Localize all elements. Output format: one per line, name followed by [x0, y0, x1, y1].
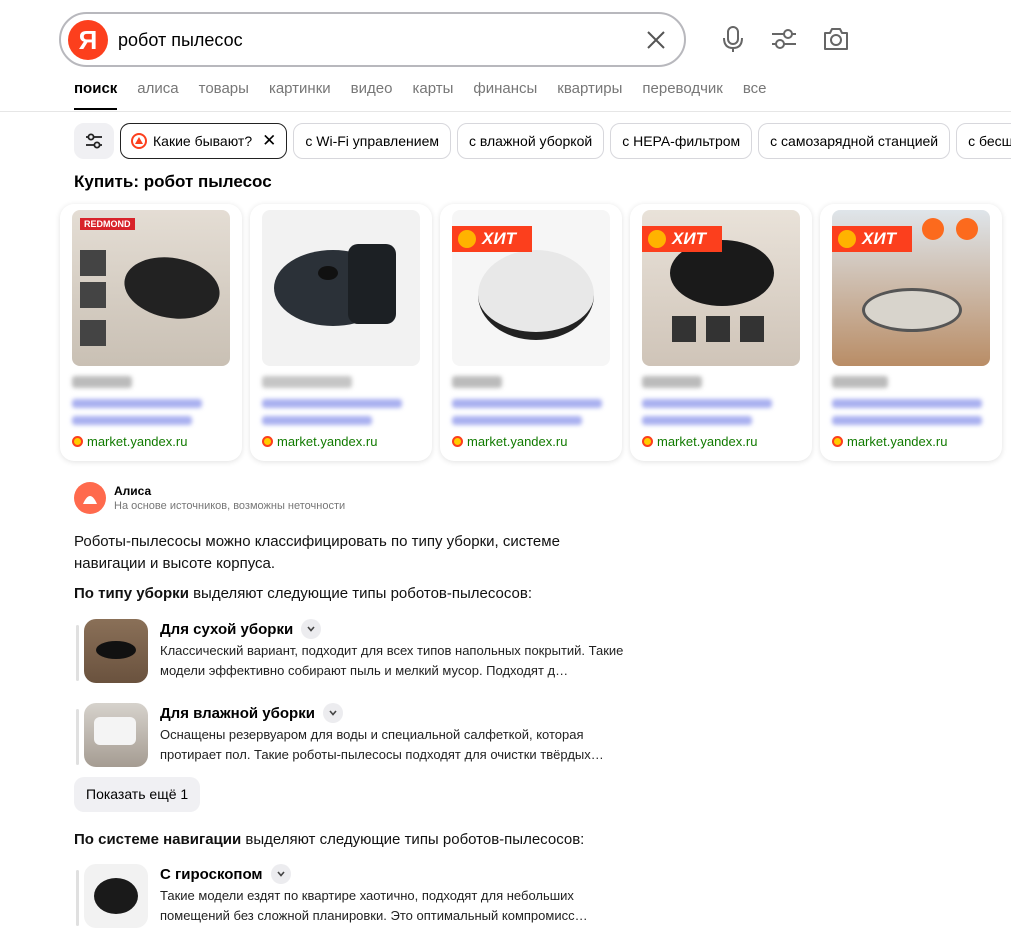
product-image — [262, 210, 420, 366]
market-icon — [72, 436, 83, 447]
product-carousel: REDMOND market.yandex.ru market.yandex.r… — [60, 204, 1002, 461]
tab-all[interactable]: все — [743, 80, 767, 110]
section-navigation-heading: По системе навигации выделяют следующие … — [74, 831, 585, 848]
product-card[interactable]: ХИТ market.yandex.ru — [630, 204, 812, 461]
item-title[interactable]: Для сухой уборки — [160, 619, 322, 639]
tab-maps[interactable]: карты — [412, 80, 453, 110]
product-site[interactable]: market.yandex.ru — [832, 434, 947, 449]
tab-video[interactable]: видео — [351, 80, 393, 110]
clear-icon[interactable] — [644, 28, 668, 52]
microphone-icon[interactable] — [718, 24, 748, 54]
chevron-down-icon[interactable] — [322, 703, 343, 723]
item-thumbnail — [84, 619, 148, 683]
brand-label: REDMOND — [80, 218, 135, 230]
filter-icon — [86, 133, 102, 149]
item-thumbnail — [84, 703, 148, 767]
market-icon — [832, 436, 843, 447]
tab-search[interactable]: поиск — [74, 80, 118, 110]
hit-badge: ХИТ — [832, 226, 912, 252]
alice-disclaimer: На основе источников, возможны неточност… — [114, 500, 346, 512]
tab-finance[interactable]: финансы — [473, 80, 537, 110]
item-title[interactable]: Для влажной уборки — [160, 703, 343, 723]
product-image: ХИТ — [832, 210, 990, 366]
source-bar — [76, 625, 79, 681]
chip-self-charging[interactable]: с самозарядной станцией — [758, 123, 951, 159]
hit-badge: ХИТ — [642, 226, 722, 252]
chevron-down-icon[interactable] — [270, 864, 291, 884]
market-title: Купить: робот пылесос — [74, 172, 272, 191]
product-image: ХИТ — [452, 210, 610, 366]
product-card[interactable]: ХИТ market.yandex.ru — [440, 204, 622, 461]
product-image: REDMOND — [72, 210, 230, 366]
show-more-button[interactable]: Показать ещё 1 — [74, 777, 201, 812]
alice-avatar — [74, 482, 106, 514]
market-icon — [452, 436, 463, 447]
product-card[interactable]: ХИТ market.yandex.ru — [820, 204, 1002, 461]
item-description: Такие модели ездят по квартире хаотично,… — [160, 888, 588, 923]
chip-wet-cleaning[interactable]: с влажной уборкой — [456, 123, 605, 159]
tab-goods[interactable]: товары — [199, 80, 249, 110]
product-site[interactable]: market.yandex.ru — [262, 434, 377, 449]
search-input[interactable] — [118, 25, 618, 55]
filter-button[interactable] — [74, 123, 114, 159]
item-title[interactable]: С гироскопом — [160, 864, 291, 884]
product-image: ХИТ — [642, 210, 800, 366]
product-card[interactable]: REDMOND market.yandex.ru — [60, 204, 242, 461]
section-type-heading: По типу уборки выделяют следующие типы р… — [74, 585, 533, 602]
chip-ask-alice[interactable]: Какие бывают? ✕ — [120, 123, 288, 159]
tab-images[interactable]: картинки — [269, 80, 331, 110]
alice-icon — [131, 133, 147, 149]
chip-wifi[interactable]: с Wi-Fi управлением — [293, 123, 451, 159]
tab-translator[interactable]: переводчик — [642, 80, 722, 110]
product-card[interactable]: market.yandex.ru — [250, 204, 432, 461]
tabs-divider — [0, 111, 1011, 112]
item-description: Классический вариант, подходит для всех … — [160, 643, 624, 678]
source-bar — [76, 709, 79, 765]
search-tabs: поиск алиса товары картинки видео карты … — [74, 80, 767, 110]
product-site[interactable]: market.yandex.ru — [72, 434, 187, 449]
hit-badge: ХИТ — [452, 226, 532, 252]
market-icon — [262, 436, 273, 447]
alice-name: Алиса — [114, 484, 152, 498]
market-icon — [642, 436, 653, 447]
camera-search-icon[interactable] — [821, 24, 851, 54]
chip-ask-label: Какие бывают? — [153, 133, 253, 149]
list-item: Для сухой уборки Классический вариант, п… — [74, 619, 654, 687]
yandex-logo[interactable]: Я — [68, 20, 108, 60]
search-bar: Я — [59, 12, 686, 67]
product-site[interactable]: market.yandex.ru — [642, 434, 757, 449]
settings-sliders-icon[interactable] — [769, 24, 799, 54]
product-site[interactable]: market.yandex.ru — [452, 434, 567, 449]
query-chips: Какие бывают? ✕ с Wi-Fi управлением с вл… — [74, 123, 1011, 159]
tab-realty[interactable]: квартиры — [557, 80, 622, 110]
alice-intro: Роботы-пылесосы можно классифицировать п… — [74, 533, 560, 572]
item-description: Оснащены резервуаром для воды и специаль… — [160, 727, 604, 762]
chevron-down-icon[interactable] — [301, 619, 322, 639]
list-item: Для влажной уборки Оснащены резервуаром … — [74, 703, 654, 771]
chip-more[interactable]: с бесш — [956, 123, 1011, 159]
alice-logo-icon — [83, 496, 97, 504]
tab-alice[interactable]: алиса — [137, 80, 178, 110]
list-item: С гироскопом Такие модели ездят по кварт… — [74, 864, 654, 932]
chip-close-icon[interactable]: ✕ — [262, 131, 276, 151]
source-bar — [76, 870, 79, 926]
item-thumbnail — [84, 864, 148, 928]
chip-hepa[interactable]: с HEPA-фильтром — [610, 123, 753, 159]
